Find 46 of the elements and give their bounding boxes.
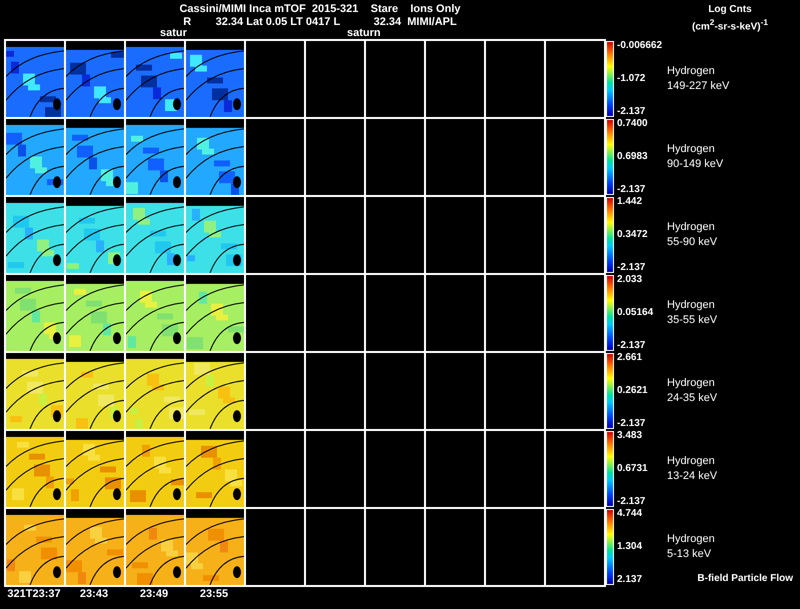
colorbar-mid-label: 0.6983: [617, 152, 649, 162]
energy-label: 90-149 keV: [667, 157, 724, 172]
colorbar-mid-label: 0.2621: [617, 386, 649, 396]
colorbar-max-label: 4.744: [617, 509, 644, 519]
colorbar-max-label: -0.006662: [617, 41, 664, 51]
energy-label: 149-227 keV: [667, 79, 730, 94]
time-label: 23:55: [198, 587, 230, 601]
colorbar-min-label: -2.137: [617, 419, 646, 429]
energy-label: 5-13 keV: [667, 547, 712, 562]
time-label: 23:43: [78, 587, 110, 601]
overlay-label: saturn: [347, 28, 381, 39]
colorbar-min-label: -2.137: [617, 185, 646, 195]
colorbar-min-label: -2.137: [617, 107, 646, 117]
species-label: Hydrogen: [667, 454, 716, 469]
colorbar-min-label: -2.137: [617, 497, 646, 507]
overlay-label: satur: [160, 28, 187, 39]
colorbar-max-label: 1.442: [617, 197, 644, 207]
units-title: Log Cnts: [708, 3, 752, 16]
species-label: Hydrogen: [667, 64, 716, 79]
colorbar-min-label: 2.137: [617, 575, 644, 585]
colorbar-mid-label: 0.05164: [617, 308, 654, 318]
colorbar-mid-label: 0.6731: [617, 464, 649, 474]
time-label: 321T23:37: [6, 587, 62, 601]
colorbar-min-label: -2.137: [617, 341, 646, 351]
colorbar-max-label: 3.483: [617, 431, 644, 441]
species-label: Hydrogen: [667, 532, 715, 547]
colorbar-max-label: 2.033: [617, 275, 644, 285]
colorbar-mid-label: 0.3472: [617, 230, 649, 240]
species-label: Hydrogen: [667, 298, 716, 313]
energy-label: 55-90 keV: [667, 235, 718, 250]
footer-label: B-field Particle Flow: [697, 573, 793, 584]
colorbar-max-label: 0.7400: [617, 119, 649, 129]
colorbar-mid-label: 1.304: [617, 542, 644, 552]
plot-title: Cassini/MIMI Inca mTOF 2015-321 Stare Ions Only: [178, 3, 460, 16]
energy-label: 35-55 keV: [667, 313, 718, 328]
species-label: Hydrogen: [667, 142, 716, 157]
colorbar-min-label: -2.137: [617, 263, 646, 273]
plot-subtitle: R 32.34 Lat 0.05 LT 0417 L 32.34 MIMI/APL: [182, 16, 457, 28]
time-label: 23:49: [138, 587, 170, 601]
colorbar-mid-label: -1.072: [617, 74, 646, 84]
energy-label: 24-35 keV: [667, 391, 718, 406]
energy-label: 13-24 keV: [667, 469, 718, 484]
species-label: Hydrogen: [667, 376, 716, 391]
colorbar-max-label: 2.661: [617, 353, 644, 363]
species-label: Hydrogen: [667, 220, 716, 235]
units-label: (cm$^{2}$-sr-s-keV)$^{-1}$: [692, 16, 768, 34]
